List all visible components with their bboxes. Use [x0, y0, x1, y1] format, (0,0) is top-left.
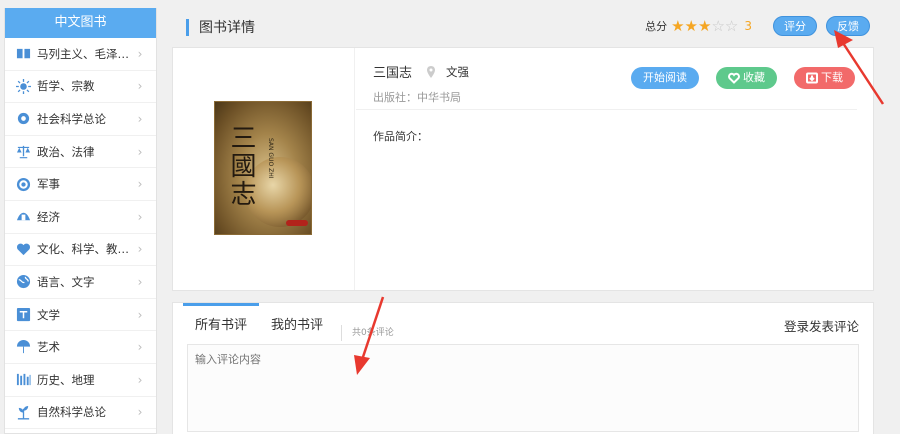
sidebar-item-label: 文学 — [37, 307, 60, 322]
book-detail-card: 三國志 SAN GUO ZHI 三国志 文强 出版社：中华书局 开始阅读 收藏 … — [172, 47, 874, 291]
publisher-name: 中华书局 — [417, 91, 461, 104]
score-area: 总分 ★ ★ ★ ☆ ☆ 3 评分 反馈 — [645, 16, 870, 36]
chevron-right-icon: › — [137, 405, 143, 420]
sidebar-item[interactable]: 文化、科学、教… › — [5, 234, 156, 267]
login-to-comment-link[interactable]: 登录发表评论 — [784, 316, 859, 335]
reviews-card: 所有书评 我的书评 共0条评论 登录发表评论 — [172, 302, 874, 434]
book-info: 三国志 文强 出版社：中华书局 — [373, 62, 469, 105]
sidebar-title: 中文图书 — [5, 8, 156, 38]
target-icon — [15, 176, 31, 192]
chevron-right-icon: › — [137, 111, 143, 126]
start-reading-button[interactable]: 开始阅读 — [631, 67, 699, 89]
sidebar-item-label: 自然科学总论 — [37, 405, 106, 420]
sidebar-item[interactable]: 语言、文字 › — [5, 266, 156, 299]
circle-icon — [15, 111, 31, 127]
sidebar-item[interactable]: 社会科学总论 › — [5, 103, 156, 136]
book-author[interactable]: 文强 — [446, 64, 469, 80]
cover-panel: 三國志 SAN GUO ZHI — [173, 48, 355, 290]
comment-input[interactable] — [187, 344, 859, 432]
info-divider — [356, 109, 857, 110]
book-icon — [15, 46, 31, 62]
hands-icon — [15, 209, 31, 225]
favorite-label: 收藏 — [743, 71, 765, 84]
text-icon — [15, 307, 31, 323]
chevron-right-icon: › — [137, 46, 143, 61]
chevron-right-icon: › — [137, 340, 143, 355]
chevron-right-icon: › — [137, 372, 143, 387]
sidebar-item-label: 经济 — [37, 209, 60, 224]
chevron-right-icon: › — [137, 209, 143, 224]
review-count: 共0条评论 — [341, 325, 394, 341]
sidebar-item[interactable]: 马列主义、毛泽… › — [5, 38, 156, 71]
download-label: 下载 — [821, 71, 843, 84]
book-cover[interactable]: 三國志 SAN GUO ZHI — [214, 101, 312, 235]
start-reading-label: 开始阅读 — [643, 71, 687, 84]
score-value: 3 — [744, 19, 752, 33]
sidebar-item[interactable]: 历史、地理 › — [5, 364, 156, 397]
sidebar-item[interactable]: 文学 › — [5, 299, 156, 332]
sidebar-item-label: 艺术 — [37, 340, 60, 355]
sidebar-item-label: 文化、科学、教… — [37, 242, 129, 257]
sidebar-item[interactable]: 经济 › — [5, 201, 156, 234]
chevron-right-icon: › — [137, 177, 143, 192]
book-actions: 开始阅读 收藏 下载 — [614, 67, 855, 89]
star-empty-icon[interactable]: ☆ — [711, 18, 724, 34]
chevron-right-icon: › — [137, 274, 143, 289]
star-filled-icon[interactable]: ★ — [698, 18, 711, 34]
cover-seal — [286, 220, 308, 226]
cover-title: 三國志 — [226, 124, 256, 208]
sidebar-item[interactable]: 政治、法律 › — [5, 136, 156, 169]
globe-icon — [15, 274, 31, 290]
sidebar-item-label: 军事 — [37, 177, 60, 192]
bars-icon — [15, 372, 31, 388]
rating-stars: ★ ★ ★ ☆ ☆ — [671, 18, 738, 34]
fan-icon — [15, 339, 31, 355]
intro-label: 作品简介： — [373, 130, 428, 143]
favorite-button[interactable]: 收藏 — [716, 67, 777, 89]
download-icon — [806, 72, 818, 84]
chevron-right-icon: › — [137, 242, 143, 257]
sidebar-item-label: 社会科学总论 — [37, 111, 106, 126]
sidebar-item[interactable]: 军事 › — [5, 168, 156, 201]
star-empty-icon[interactable]: ☆ — [725, 18, 738, 34]
chevron-right-icon: › — [137, 144, 143, 159]
tab-all-reviews[interactable]: 所有书评 — [183, 303, 260, 341]
sidebar-item-label: 历史、地理 — [37, 372, 95, 387]
publisher-label: 出版社： — [373, 91, 417, 104]
scale-icon — [15, 144, 31, 160]
star-filled-icon[interactable]: ★ — [671, 18, 684, 34]
title-accent-bar — [186, 18, 189, 36]
page-title-bar: 图书详情 — [186, 18, 255, 36]
sun-icon — [15, 78, 31, 94]
plant-icon — [15, 404, 31, 420]
book-name: 三国志 — [373, 66, 413, 81]
cover-subtitle: SAN GUO ZHI — [267, 138, 274, 179]
chevron-right-icon: › — [137, 79, 143, 94]
sidebar-item[interactable]: 哲学、宗教 › — [5, 71, 156, 104]
sidebar-item-label: 政治、法律 — [37, 144, 95, 159]
rate-button[interactable]: 评分 — [773, 16, 817, 36]
category-list: 马列主义、毛泽… › 哲学、宗教 › 社会科学总论 › 政治、法律 › 军事 › 经济 › 文化、科学、… — [5, 38, 156, 430]
page-title: 图书详情 — [199, 20, 255, 36]
category-sidebar: 中文图书 马列主义、毛泽… › 哲学、宗教 › 社会科学总论 › 政治、法律 › 军事 › 经济 › 文… — [4, 8, 157, 434]
chevron-right-icon: › — [137, 307, 143, 322]
review-tabs: 所有书评 我的书评 共0条评论 — [183, 303, 394, 341]
heart-icon — [728, 72, 740, 84]
download-button[interactable]: 下载 — [794, 67, 855, 89]
feedback-button[interactable]: 反馈 — [826, 16, 870, 36]
sidebar-item-label: 马列主义、毛泽… — [37, 46, 129, 61]
sidebar-item-label: 语言、文字 — [37, 274, 95, 289]
score-label: 总分 — [645, 20, 668, 33]
heart-icon — [15, 241, 31, 257]
sidebar-item-label: 哲学、宗教 — [37, 79, 95, 94]
sidebar-item[interactable]: 自然科学总论 › — [5, 397, 156, 430]
sidebar-item[interactable]: 艺术 › — [5, 331, 156, 364]
author-pin-icon — [426, 65, 436, 78]
star-filled-icon[interactable]: ★ — [685, 18, 698, 34]
tab-my-reviews[interactable]: 我的书评 — [259, 303, 335, 341]
publisher-line: 出版社：中华书局 — [373, 89, 469, 105]
